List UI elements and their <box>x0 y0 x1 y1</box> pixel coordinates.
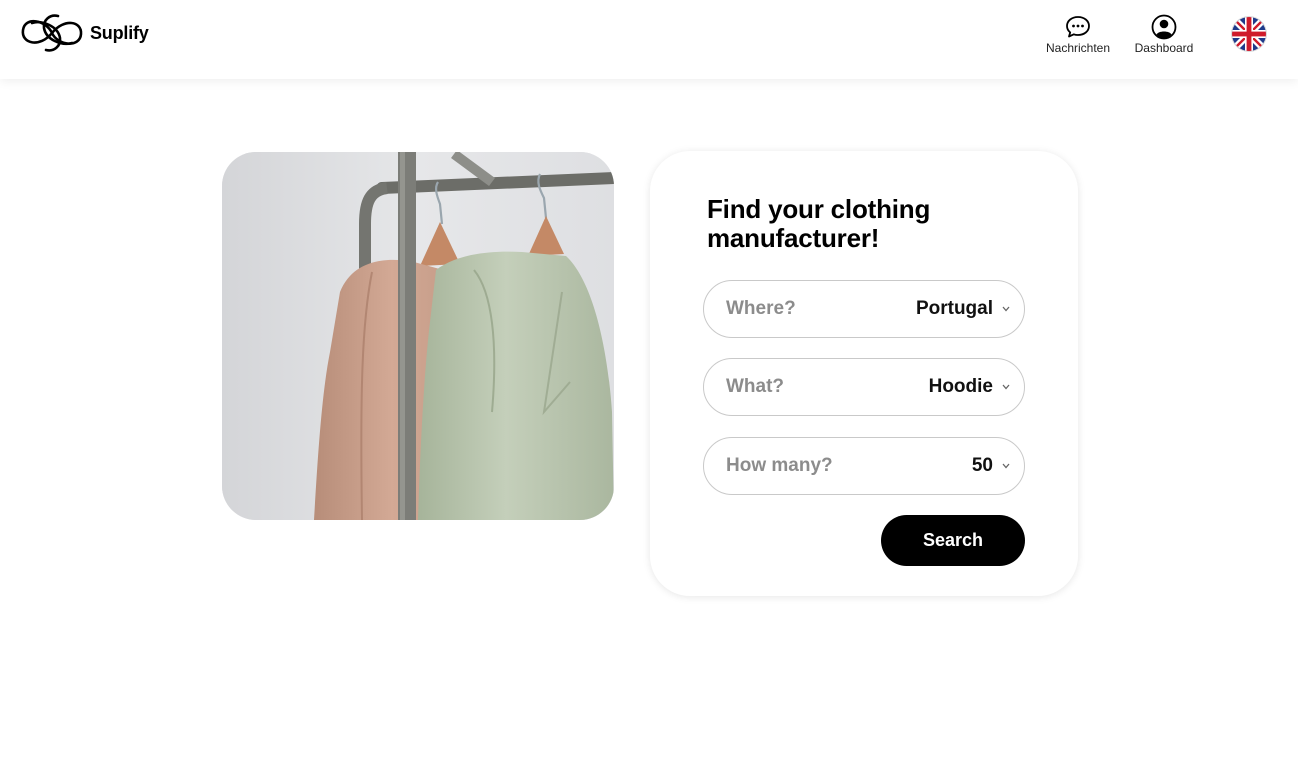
chevron-down-icon <box>1001 383 1010 392</box>
nav-messages[interactable]: Nachrichten <box>1044 14 1112 55</box>
nav-messages-label: Nachrichten <box>1045 41 1111 55</box>
nav-dashboard-label: Dashboard <box>1134 41 1194 55</box>
uk-flag-icon <box>1232 17 1266 51</box>
what-label: What? <box>726 376 785 397</box>
what-value: Hoodie <box>928 376 993 397</box>
infinity-logo-icon <box>21 14 83 52</box>
what-select[interactable]: What? Hoodie <box>703 358 1025 416</box>
chevron-down-icon <box>1001 462 1010 471</box>
where-select[interactable]: Where? Portugal <box>703 280 1025 338</box>
top-header: Suplify Nachrichten Dashboard <box>0 0 1298 79</box>
chat-bubble-icon <box>1065 14 1091 40</box>
brand-name: Suplify <box>90 22 149 43</box>
quantity-select[interactable]: How many? 50 <box>703 437 1025 495</box>
hero-clothing-image <box>222 152 614 520</box>
nav-dashboard[interactable]: Dashboard <box>1132 14 1196 55</box>
quantity-value: 50 <box>971 455 993 476</box>
search-title: Find your clothing manufacturer! <box>707 194 931 253</box>
quantity-label: How many? <box>726 455 833 476</box>
search-button[interactable]: Search <box>881 515 1025 566</box>
chevron-down-icon <box>1001 305 1010 314</box>
suplify-logo[interactable]: Suplify <box>20 12 149 54</box>
where-value: Portugal <box>915 298 993 319</box>
language-switch[interactable] <box>1232 17 1266 51</box>
search-card: Find your clothing manufacturer! Where? … <box>650 151 1078 596</box>
user-circle-icon <box>1151 14 1177 40</box>
where-label: Where? <box>726 298 796 319</box>
